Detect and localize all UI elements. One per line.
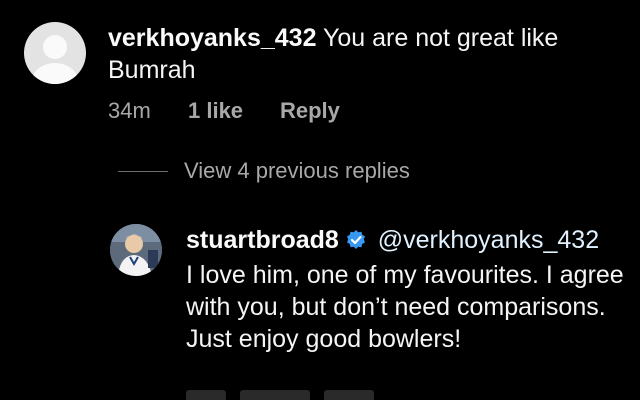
profile-avatar[interactable] (110, 224, 162, 276)
comment-likes[interactable]: 1 like (188, 98, 280, 124)
reply-button[interactable]: Reply (280, 98, 340, 124)
view-previous-replies[interactable]: View 4 previous replies (118, 158, 410, 184)
avatar-head-shape (43, 35, 67, 59)
reply-body: stuartbroad8 @verkhoyanks_432 I love him… (186, 224, 636, 355)
avatar-shoulders-shape (32, 63, 78, 84)
profile-photo-icon (110, 224, 162, 276)
comment-meta: 34m 1 like Reply (108, 98, 340, 124)
view-replies-label: View 4 previous replies (184, 158, 410, 183)
default-avatar[interactable] (24, 22, 86, 84)
reply-username[interactable]: stuartbroad8 (186, 226, 339, 254)
reply-mention-link[interactable]: @verkhoyanks_432 (378, 226, 599, 254)
reply-text: I love him, one of my favourites. I agre… (186, 261, 624, 353)
comment-username[interactable]: verkhoyanks_432 (108, 24, 316, 52)
verified-badge-icon (345, 227, 367, 259)
comment-time: 34m (108, 98, 151, 123)
replies-divider (118, 170, 168, 172)
comment-body: verkhoyanks_432 You are not great like B… (108, 22, 618, 86)
reply-meta-cut-off (186, 390, 486, 400)
